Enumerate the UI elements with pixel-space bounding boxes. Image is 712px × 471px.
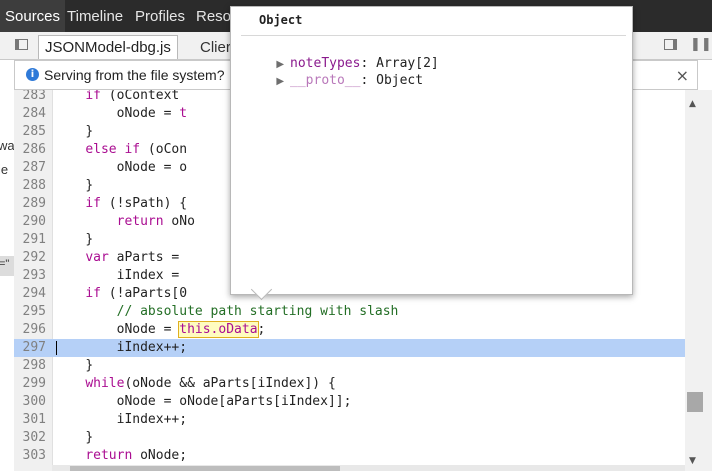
code-text: oNode = oNode[aParts[iIndex]];	[116, 394, 352, 409]
left-fragment-text: wa	[0, 138, 14, 153]
panel-toggle-left-icon[interactable]	[15, 39, 28, 50]
tab-timeline[interactable]: Timeline	[62, 0, 128, 32]
code-line[interactable]: 303 return oNode;	[14, 447, 685, 465]
code-line[interactable]: 300 oNode = oNode[aParts[iIndex]];	[14, 393, 685, 411]
tab-profiles[interactable]: Profiles	[130, 0, 190, 32]
code-line[interactable]: 299 while(oNode && aParts[iIndex]) {	[14, 375, 685, 393]
code-text: return oNode;	[85, 448, 188, 463]
object-popover: Object ▶ noteTypes: Array[2] ▶ __proto__: …	[230, 6, 633, 295]
panel-toggle-right-icon[interactable]	[664, 39, 677, 50]
popover-title: Object	[259, 13, 303, 27]
line-number[interactable]: 287	[14, 159, 46, 177]
line-number[interactable]: 283	[14, 90, 46, 105]
line-number[interactable]: 303	[14, 447, 46, 465]
code-text: iIndex++;	[116, 412, 188, 427]
line-number[interactable]: 299	[14, 375, 46, 393]
code-text: if (!sPath) {	[85, 196, 188, 211]
tab-sources[interactable]: Sources	[0, 0, 66, 32]
code-text: if (!aParts[0	[85, 286, 188, 301]
code-text: while(oNode && aParts[iIndex]) {	[85, 376, 336, 391]
code-text: // absolute path starting with slash	[116, 304, 399, 319]
code-text: oNode = this.oData;	[116, 321, 266, 338]
vertical-scrollbar[interactable]	[685, 90, 712, 471]
code-text: oNode = t	[116, 106, 188, 121]
code-line[interactable]: 302 }	[14, 429, 685, 447]
line-number[interactable]: 295	[14, 303, 46, 321]
line-number[interactable]: 302	[14, 429, 46, 447]
code-line-paused[interactable]: 297 iIndex++;	[14, 339, 685, 357]
line-number[interactable]: 292	[14, 249, 46, 267]
line-number[interactable]: 296	[14, 321, 46, 339]
line-number[interactable]: 293	[14, 267, 46, 285]
line-number[interactable]: 298	[14, 357, 46, 375]
property-key: __proto__	[290, 73, 361, 88]
code-text: }	[85, 232, 94, 247]
popover-property-row[interactable]: ▶ noteTypes: Array[2]	[245, 37, 438, 71]
left-fragment-box: ="	[0, 256, 14, 276]
left-fragment-text: ie	[0, 162, 9, 177]
line-number[interactable]: 294	[14, 285, 46, 303]
code-text: if (oContext	[85, 90, 180, 103]
line-number[interactable]: 290	[14, 213, 46, 231]
line-number[interactable]: 288	[14, 177, 46, 195]
file-tab-jsonmodel[interactable]: JSONModel-dbg.js	[38, 35, 178, 59]
code-text: }	[85, 124, 94, 139]
info-icon: i	[26, 68, 39, 81]
code-text: }	[85, 358, 94, 373]
hovered-expression[interactable]: this.oData	[178, 321, 259, 338]
code-text: }	[85, 430, 94, 445]
line-number[interactable]: 300	[14, 393, 46, 411]
popover-property-row[interactable]: ▶ __proto__: Object	[245, 54, 423, 88]
code-text: }	[85, 178, 94, 193]
infobar-message: Serving from the file system?	[44, 67, 225, 83]
code-text: var aParts =	[85, 250, 180, 265]
vertical-scroll-thumb[interactable]	[687, 392, 703, 412]
scroll-down-arrow-icon[interactable]: ▼	[689, 456, 696, 466]
left-pane-fragment: wa ie ="	[0, 90, 14, 471]
horizontal-scroll-thumb[interactable]	[70, 466, 340, 471]
code-line[interactable]: 296 oNode = this.oData;	[14, 321, 685, 339]
line-number[interactable]: 285	[14, 123, 46, 141]
code-text: oNode = o	[116, 160, 188, 175]
pause-icon[interactable]: ❚❚	[690, 37, 712, 52]
line-number[interactable]: 284	[14, 105, 46, 123]
close-icon[interactable]: ×	[676, 66, 689, 85]
line-number[interactable]: 286	[14, 141, 46, 159]
code-text: else if (oCon	[85, 142, 188, 157]
code-text: iIndex++;	[116, 340, 188, 355]
code-text: iIndex =	[116, 268, 180, 283]
line-number[interactable]: 291	[14, 231, 46, 249]
line-number[interactable]: 301	[14, 411, 46, 429]
scroll-up-arrow-icon[interactable]: ▲	[689, 99, 696, 109]
expand-triangle-icon[interactable]: ▶	[276, 76, 284, 87]
code-text: return oNo	[116, 214, 195, 229]
property-value: Object	[376, 73, 424, 88]
code-line[interactable]: 298 }	[14, 357, 685, 375]
line-number[interactable]: 289	[14, 195, 46, 213]
line-number[interactable]: 297	[14, 339, 46, 357]
code-line[interactable]: 295 // absolute path starting with slash	[14, 303, 685, 321]
text-caret	[56, 341, 57, 355]
popover-divider	[241, 35, 626, 36]
code-line[interactable]: 301 iIndex++;	[14, 411, 685, 429]
left-fragment-text: ="	[0, 258, 10, 270]
